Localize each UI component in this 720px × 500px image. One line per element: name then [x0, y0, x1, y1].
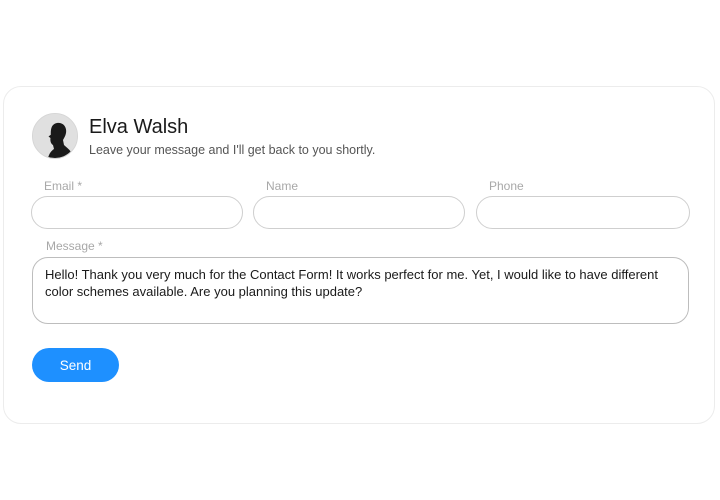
person-silhouette-icon [33, 114, 77, 158]
form-subtitle: Leave your message and I'll get back to … [89, 143, 376, 157]
phone-field[interactable] [476, 196, 690, 229]
email-label: Email * [44, 179, 83, 193]
avatar [32, 113, 78, 159]
email-field[interactable] [31, 196, 243, 229]
message-textarea[interactable]: Hello! Thank you very much for the Conta… [32, 257, 689, 324]
contact-name: Elva Walsh [89, 116, 189, 138]
message-label: Message * [46, 239, 103, 253]
name-field[interactable] [253, 196, 465, 229]
contact-form-card: Elva Walsh Leave your message and I'll g… [3, 86, 715, 424]
name-label: Name [266, 179, 299, 193]
send-button[interactable]: Send [32, 348, 119, 382]
phone-label: Phone [489, 179, 524, 193]
